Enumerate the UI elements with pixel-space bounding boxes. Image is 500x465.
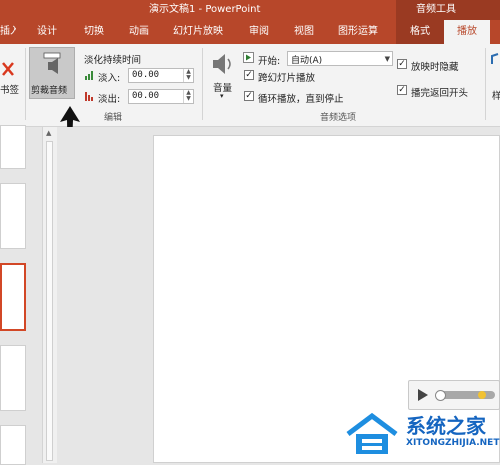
slide-thumbnail[interactable] bbox=[0, 345, 26, 411]
remove-bookmark-icon bbox=[0, 60, 16, 78]
group-separator bbox=[25, 48, 26, 120]
bookmark-marker[interactable] bbox=[478, 391, 486, 399]
house-logo-icon bbox=[344, 412, 400, 458]
slide-thumbnail-selected[interactable] bbox=[0, 263, 26, 331]
scroll-up-icon[interactable]: ▲ bbox=[46, 129, 51, 137]
tab-transitions[interactable]: 切换 bbox=[84, 20, 104, 44]
watermark-brand: 系统之家 bbox=[406, 414, 486, 438]
volume-button[interactable]: 音量 ▾ bbox=[208, 50, 238, 102]
spinner-arrows-icon[interactable]: ▲ ▼ bbox=[183, 90, 193, 103]
audio-style-icon bbox=[490, 52, 500, 66]
loop-label: 循环播放，直到停止 bbox=[258, 94, 344, 105]
fade-in-value: 00.00 bbox=[132, 70, 160, 80]
group-separator bbox=[202, 48, 203, 120]
trim-audio-icon bbox=[38, 52, 66, 78]
window-title: 演示文稿1 - PowerPoint bbox=[149, 4, 261, 15]
ribbon-tabs: 插入 设计 切换 动画 幻灯片放映 审阅 视图 图形运算 格式 播放 bbox=[0, 20, 500, 44]
start-icon bbox=[243, 52, 254, 63]
tab-view[interactable]: 视图 bbox=[294, 20, 314, 44]
chevron-down-icon: ▼ bbox=[384, 55, 390, 63]
tab-format[interactable]: 格式 bbox=[396, 20, 444, 44]
tab-insert[interactable]: 插入 bbox=[0, 20, 16, 44]
chevron-down-icon: ▾ bbox=[220, 92, 224, 100]
play-icon[interactable] bbox=[418, 389, 428, 404]
audio-progress-handle[interactable] bbox=[435, 390, 446, 401]
tab-design[interactable]: 设计 bbox=[37, 20, 57, 44]
fade-out-label: 淡出: bbox=[98, 94, 121, 105]
fade-in-spinner[interactable]: 00.00 ▲ ▼ bbox=[128, 68, 194, 83]
fade-in-icon bbox=[85, 70, 95, 80]
slide-thumbnail[interactable] bbox=[0, 125, 26, 169]
slide-thumbnail[interactable] bbox=[0, 183, 26, 249]
spinner-arrows-icon[interactable]: ▲ ▼ bbox=[183, 69, 193, 82]
group-label-audio-options: 音频选项 bbox=[320, 113, 357, 123]
start-label: 开始: bbox=[258, 56, 281, 67]
trim-audio-button[interactable]: 剪裁音频 bbox=[29, 47, 75, 99]
trim-audio-label: 剪裁音频 bbox=[31, 86, 68, 96]
slide-thumbnail[interactable] bbox=[0, 425, 26, 465]
start-value: 自动(A) bbox=[291, 56, 323, 66]
fade-out-value: 00.00 bbox=[132, 91, 160, 101]
fade-out-spinner[interactable]: 00.00 ▲ ▼ bbox=[128, 89, 194, 104]
speaker-icon bbox=[210, 52, 236, 76]
tab-playback[interactable]: 播放 bbox=[444, 20, 490, 44]
tab-slideshow[interactable]: 幻灯片放映 bbox=[173, 20, 223, 44]
contextual-group-label: 音频工具 bbox=[416, 4, 456, 15]
loop-checkbox[interactable]: ✓ bbox=[244, 91, 254, 101]
fade-out-icon bbox=[85, 91, 95, 101]
watermark: 系统之家 XITONGZHIJIA.NET bbox=[344, 404, 500, 463]
tab-shape-ops[interactable]: 图形运算 bbox=[338, 20, 378, 44]
group-label-edit: 编辑 bbox=[104, 113, 123, 123]
scrollbar-thumb[interactable] bbox=[46, 141, 53, 461]
bookmark-label[interactable]: 书签 bbox=[0, 82, 19, 96]
rewind-checkbox[interactable]: ✓ bbox=[397, 85, 407, 95]
fade-in-label: 淡入: bbox=[98, 73, 121, 84]
start-select[interactable]: 自动(A) ▼ bbox=[287, 51, 393, 66]
play-across-slides-checkbox[interactable]: ✓ bbox=[244, 70, 254, 80]
hide-during-show-checkbox[interactable]: ✓ bbox=[397, 59, 407, 69]
rewind-label: 播完返回开头 bbox=[411, 88, 469, 99]
style-label[interactable]: 样 bbox=[492, 88, 500, 102]
group-separator bbox=[485, 48, 486, 120]
watermark-domain: XITONGZHIJIA.NET bbox=[406, 438, 500, 448]
tab-review[interactable]: 审阅 bbox=[249, 20, 269, 44]
play-across-slides-label: 跨幻灯片播放 bbox=[258, 73, 316, 84]
hide-during-show-label: 放映时隐藏 bbox=[411, 62, 459, 73]
thumbnail-scrollbar[interactable]: ▲ bbox=[42, 127, 57, 463]
tab-animations[interactable]: 动画 bbox=[129, 20, 149, 44]
fade-duration-title: 淡化持续时间 bbox=[84, 55, 142, 66]
